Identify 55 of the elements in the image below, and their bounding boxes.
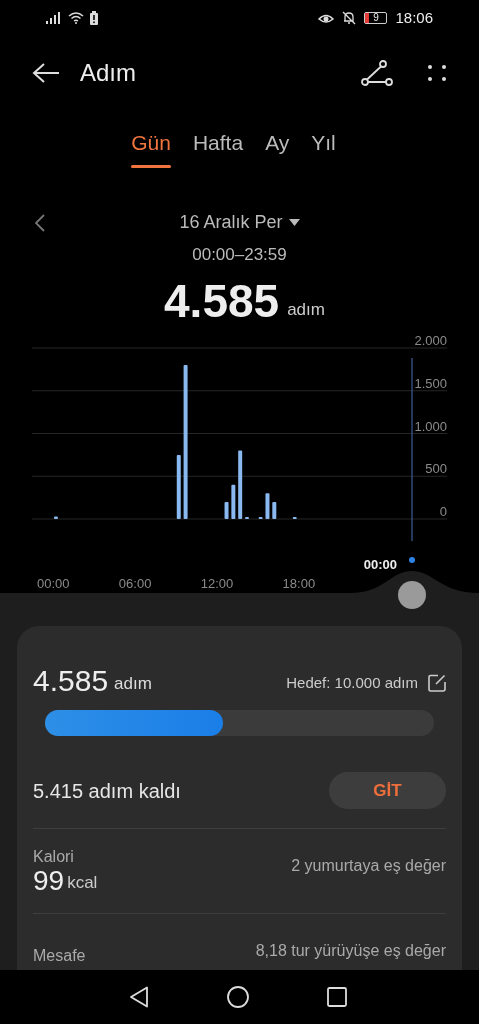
x-axis-label: 12:00 — [200, 576, 234, 591]
period-tab[interactable]: Hafta — [192, 126, 244, 169]
wifi-icon — [68, 12, 84, 24]
metric-unit: kcal — [67, 871, 98, 894]
period-tab[interactable]: Ay — [265, 126, 290, 169]
y-axis-label: 500 — [425, 461, 447, 477]
y-axis-label: 0 — [439, 504, 447, 519]
step-bar — [224, 501, 229, 519]
step-bar — [176, 454, 181, 519]
bell-off-icon — [342, 11, 357, 25]
step-bar — [53, 516, 58, 519]
metric-value: 99 — [33, 867, 65, 895]
recents-nav-icon[interactable] — [326, 987, 347, 1007]
step-total: 4.585 — [164, 278, 280, 324]
x-axis-label: 06:00 — [118, 576, 152, 591]
share-icon[interactable] — [361, 60, 393, 86]
remaining-steps: 5.415 adım kaldı — [33, 775, 181, 806]
more-icon[interactable] — [427, 64, 447, 82]
step-bar — [272, 501, 277, 519]
step-bar — [231, 484, 236, 519]
metric-label: Mesafe — [33, 946, 86, 966]
metric-equivalent: 2 yumurtaya eş değer — [291, 856, 446, 876]
x-axis-label: 18:00 — [282, 576, 316, 591]
step-bar — [238, 450, 243, 519]
y-axis-label: 1.500 — [414, 375, 447, 391]
y-axis-label: 2.000 — [414, 333, 447, 348]
date-dropdown[interactable]: 16 Aralık Per — [179, 209, 300, 236]
caret-icon — [288, 219, 300, 226]
step-unit: adım — [287, 298, 325, 321]
battery-level: 9 — [373, 13, 379, 23]
back-arrow-icon[interactable] — [32, 62, 60, 84]
back-nav-icon[interactable] — [128, 986, 149, 1008]
step-count: 4.585 — [33, 666, 109, 696]
battery-alert-icon — [90, 11, 98, 25]
metric-equivalent: 8,18 tur yürüyüşe eş değer — [255, 941, 446, 961]
period-tab[interactable]: Yıl — [311, 126, 336, 169]
clock: 18:06 — [395, 7, 433, 28]
previous-day-icon[interactable] — [35, 213, 45, 232]
home-nav-icon[interactable] — [226, 986, 249, 1008]
metric-label: Kalori — [33, 847, 75, 867]
step-unit: adım — [114, 672, 152, 695]
eye-icon — [318, 12, 335, 24]
period-tab[interactable]: Gün — [131, 126, 171, 169]
goal-label: Hedef: 10.000 adım — [286, 672, 418, 693]
time-range: 00:00–23:59 — [192, 244, 287, 267]
cursor-time: 00:00 — [363, 557, 397, 572]
edit-icon[interactable] — [428, 673, 446, 692]
x-axis-label: 00:00 — [36, 576, 70, 591]
slider-handle[interactable] — [398, 581, 426, 609]
cursor-dot — [409, 557, 415, 563]
signal-icon — [46, 12, 62, 24]
y-axis-label: 1.000 — [414, 418, 447, 434]
page-title: Adım — [80, 58, 136, 88]
step-bar — [265, 493, 270, 519]
go-button[interactable]: GİT — [329, 772, 446, 809]
